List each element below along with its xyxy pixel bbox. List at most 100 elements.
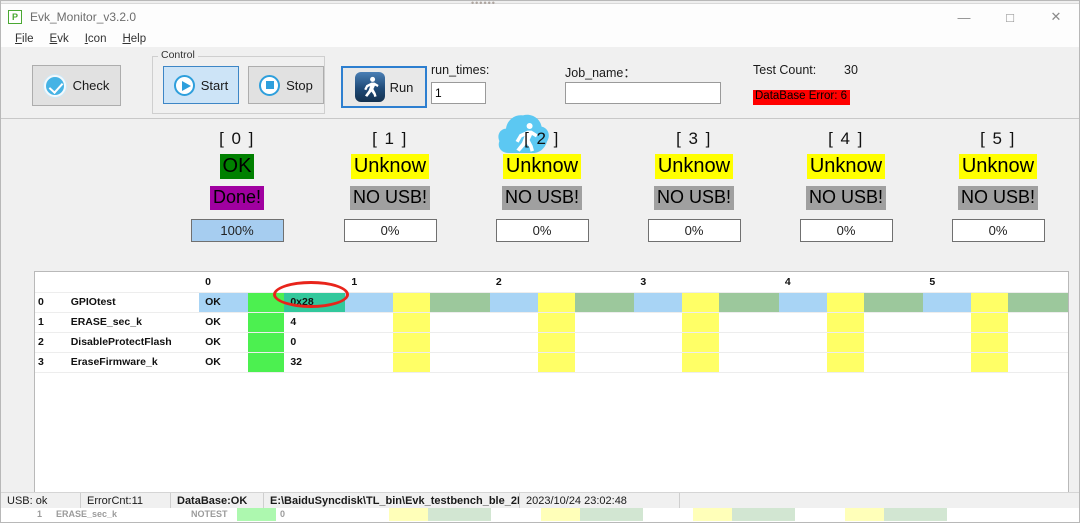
cell-value-2-3[interactable] — [719, 332, 779, 353]
cell-bar-2-3[interactable] — [682, 332, 720, 353]
cell-bar-0-5[interactable] — [971, 292, 1009, 313]
cell-bar-2-1[interactable] — [393, 332, 431, 353]
cell-bar-1-0[interactable] — [247, 312, 285, 333]
cell-bar-3-5[interactable] — [971, 352, 1009, 373]
cell-value-0-4[interactable] — [863, 292, 924, 313]
maximize-button[interactable]: □ — [987, 4, 1033, 30]
slot-progress-text-0: 100% — [220, 222, 254, 238]
cell-value-2-0[interactable]: 0 — [284, 332, 346, 353]
minimize-button[interactable]: — — [941, 4, 987, 30]
cell-bar-1-4[interactable] — [826, 312, 864, 333]
cell-bar-3-4[interactable] — [826, 352, 864, 373]
menu-bar: File Evk Icon Help — [1, 30, 1079, 47]
cell-status-0-3[interactable] — [634, 292, 683, 313]
job-name-input[interactable] — [565, 82, 721, 104]
cell-value-3-0[interactable]: 32 — [284, 352, 346, 373]
cell-bar-0-0[interactable] — [247, 292, 285, 313]
cell-status-1-0[interactable]: OK — [199, 312, 248, 333]
cell-status-0-4[interactable] — [778, 292, 827, 313]
slot-panel-1: [ 1 ] Unknow NO USB! 0% — [314, 126, 466, 242]
cell-status-2-4[interactable] — [778, 332, 827, 353]
cell-value-2-5[interactable] — [1008, 332, 1068, 353]
check-circle-icon — [43, 74, 66, 97]
cell-bar-1-2[interactable] — [537, 312, 575, 333]
check-button[interactable]: Check — [32, 65, 121, 106]
cell-bar-1-1[interactable] — [393, 312, 431, 333]
cell-value-3-1[interactable] — [430, 352, 490, 373]
header-test-name — [48, 272, 200, 293]
cell-bar-0-1[interactable] — [393, 292, 431, 313]
cell-status-0-1[interactable] — [345, 292, 394, 313]
cell-bar-1-3[interactable] — [682, 312, 720, 333]
cell-value-3-4[interactable] — [863, 352, 924, 373]
cell-bar-3-1[interactable] — [393, 352, 431, 373]
cell-status-3-2[interactable] — [489, 352, 538, 373]
cell-status-1-2[interactable] — [489, 312, 538, 333]
cell-value-2-2[interactable] — [574, 332, 635, 353]
cell-value-0-0[interactable]: 0x28 — [284, 292, 346, 313]
slot-progress-text-1: 0% — [380, 222, 400, 238]
cell-status-3-5[interactable] — [923, 352, 972, 373]
cell-status-2-3[interactable] — [634, 332, 683, 353]
cell-bar-2-4[interactable] — [826, 332, 864, 353]
cell-status-3-0[interactable]: OK — [199, 352, 248, 373]
cell-status-1-4[interactable] — [778, 312, 827, 333]
cell-status-2-1[interactable] — [345, 332, 394, 353]
cell-status-1-3[interactable] — [634, 312, 683, 333]
run-times-input[interactable] — [431, 82, 486, 104]
cell-value-1-3[interactable] — [719, 312, 779, 333]
cell-value-1-2[interactable] — [574, 312, 635, 333]
table-row[interactable]: 1 ERASE_sec_k OK 4 — [35, 312, 1068, 333]
cell-status-2-5[interactable] — [923, 332, 972, 353]
cell-status-0-2[interactable] — [489, 292, 538, 313]
cell-bar-0-3[interactable] — [682, 292, 720, 313]
cell-bar-3-3[interactable] — [682, 352, 720, 373]
cell-bar-2-2[interactable] — [537, 332, 575, 353]
results-table-container[interactable]: 0 1 2 3 4 5 0 GPIOtest OK 0x28 1 ERASE_sec_k OK 4 2 Dis… — [34, 271, 1069, 495]
cell-bar-2-5[interactable] — [971, 332, 1009, 353]
cell-value-2-4[interactable] — [863, 332, 924, 353]
header-group-4: 4 — [778, 272, 827, 293]
cell-status-3-4[interactable] — [778, 352, 827, 373]
cell-status-2-0[interactable]: OK — [199, 332, 248, 353]
cell-value-1-1[interactable] — [430, 312, 490, 333]
cell-value-3-2[interactable] — [574, 352, 635, 373]
cell-status-1-1[interactable] — [345, 312, 394, 333]
cell-value-1-4[interactable] — [863, 312, 924, 333]
cell-bar-3-0[interactable] — [247, 352, 285, 373]
cell-value-0-5[interactable] — [1008, 292, 1068, 313]
cell-bar-1-5[interactable] — [971, 312, 1009, 333]
cell-bar-2-0[interactable] — [247, 332, 285, 353]
cell-status-3-1[interactable] — [345, 352, 394, 373]
cell-value-0-3[interactable] — [719, 292, 779, 313]
cell-bar-0-2[interactable] — [537, 292, 575, 313]
table-row[interactable]: 3 EraseFirmware_k OK 32 — [35, 352, 1068, 373]
table-row[interactable]: 0 GPIOtest OK 0x28 — [35, 292, 1068, 313]
cell-value-2-1[interactable] — [430, 332, 490, 353]
menu-item-icon[interactable]: Icon — [77, 33, 115, 45]
cell-value-3-3[interactable] — [719, 352, 779, 373]
cell-value-0-1[interactable] — [430, 292, 490, 313]
cell-value-1-0[interactable]: 4 — [284, 312, 346, 333]
cell-status-0-5[interactable] — [923, 292, 972, 313]
cell-bar-0-4[interactable] — [826, 292, 864, 313]
start-button[interactable]: Start — [163, 66, 239, 104]
cell-status-3-3[interactable] — [634, 352, 683, 373]
stop-button[interactable]: Stop — [248, 66, 324, 104]
cell-status-2-2[interactable] — [489, 332, 538, 353]
cell-bar-3-2[interactable] — [537, 352, 575, 373]
slot-progress-text-2: 0% — [532, 222, 552, 238]
menu-item-evk[interactable]: Evk — [42, 33, 77, 45]
menu-item-file[interactable]: File — [7, 33, 42, 45]
menu-item-help[interactable]: Help — [114, 33, 154, 45]
table-row[interactable]: 2 DisableProtectFlash OK 0 — [35, 332, 1068, 353]
cell-status-1-5[interactable] — [923, 312, 972, 333]
slot-message-2: NO USB! — [501, 186, 582, 210]
close-button[interactable]: ✕ — [1033, 4, 1079, 30]
status-database: DataBase:OK — [171, 493, 264, 508]
cell-value-1-5[interactable] — [1008, 312, 1068, 333]
cell-value-0-2[interactable] — [574, 292, 635, 313]
run-button[interactable]: Run — [341, 66, 427, 108]
cell-value-3-5[interactable] — [1008, 352, 1068, 373]
cell-status-0-0[interactable]: OK — [199, 292, 248, 313]
